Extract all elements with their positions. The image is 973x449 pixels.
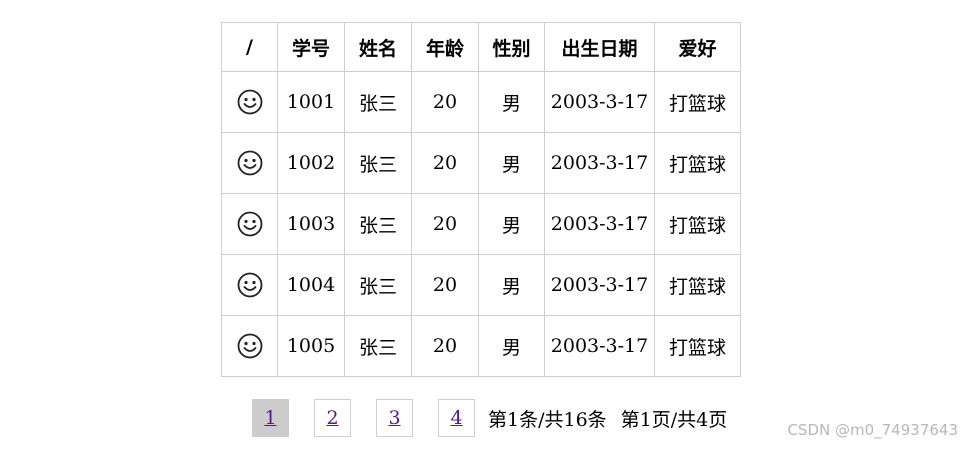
cell-id: 1003	[277, 193, 345, 255]
smiley-face-icon	[237, 211, 262, 237]
cell-hobby: 打篮球	[654, 315, 741, 377]
cell-age: 20	[411, 132, 479, 194]
table-row: 1003 张三 20 男 2003-3-17 打篮球	[221, 193, 741, 255]
smiley-face-icon	[237, 89, 262, 115]
cell-age: 20	[411, 71, 479, 133]
smiley-face-icon	[237, 150, 262, 176]
cell-birth-date: 2003-3-17	[544, 254, 655, 316]
row-icon-cell	[221, 132, 278, 194]
watermark: CSDN @m0_74937643	[787, 421, 958, 439]
cell-name: 张三	[344, 254, 412, 316]
page-link-4[interactable]: 4	[438, 399, 475, 437]
cell-age: 20	[411, 254, 479, 316]
row-icon-cell	[221, 254, 278, 316]
table-row: 1001 张三 20 男 2003-3-17 打篮球	[221, 71, 741, 133]
pagination: 1 2 3 4 第1条/共16条 第1页/共4页	[252, 399, 727, 437]
cell-id: 1002	[277, 132, 345, 194]
student-table: / 学号 姓名 年龄 性别 出生日期 爱好 1001 张三 20 男 2003-…	[221, 22, 741, 377]
cell-hobby: 打篮球	[654, 132, 741, 194]
cell-id: 1004	[277, 254, 345, 316]
cell-gender: 男	[478, 193, 545, 255]
cell-hobby: 打篮球	[654, 254, 741, 316]
cell-gender: 男	[478, 71, 545, 133]
smiley-face-icon	[237, 333, 262, 359]
page-info: 第1页/共4页	[620, 408, 728, 431]
cell-id: 1005	[277, 315, 345, 377]
page-link-2[interactable]: 2	[314, 399, 351, 437]
table-body: 1001 张三 20 男 2003-3-17 打篮球 1002 张三 20 男 …	[221, 71, 741, 377]
col-header-icon: /	[221, 22, 278, 72]
row-icon-cell	[221, 193, 278, 255]
row-icon-cell	[221, 315, 278, 377]
cell-gender: 男	[478, 132, 545, 194]
cell-birth-date: 2003-3-17	[544, 315, 655, 377]
table-header-row: / 学号 姓名 年龄 性别 出生日期 爱好	[221, 22, 741, 72]
col-header-age: 年龄	[411, 22, 479, 72]
page-link-3[interactable]: 3	[376, 399, 413, 437]
cell-hobby: 打篮球	[654, 71, 741, 133]
cell-name: 张三	[344, 71, 412, 133]
row-icon-cell	[221, 71, 278, 133]
page-link-1[interactable]: 1	[252, 399, 289, 437]
col-header-birth-date: 出生日期	[544, 22, 655, 72]
pagination-info: 第1条/共16条 第1页/共4页	[488, 405, 727, 432]
cell-age: 20	[411, 193, 479, 255]
table-row: 1002 张三 20 男 2003-3-17 打篮球	[221, 132, 741, 194]
col-header-hobby: 爱好	[654, 22, 741, 72]
cell-name: 张三	[344, 315, 412, 377]
cell-name: 张三	[344, 193, 412, 255]
record-info: 第1条/共16条	[488, 408, 607, 431]
col-header-gender: 性别	[478, 22, 545, 72]
col-header-id: 学号	[277, 22, 345, 72]
cell-birth-date: 2003-3-17	[544, 132, 655, 194]
cell-birth-date: 2003-3-17	[544, 193, 655, 255]
cell-name: 张三	[344, 132, 412, 194]
cell-hobby: 打篮球	[654, 193, 741, 255]
cell-id: 1001	[277, 71, 345, 133]
table-row: 1004 张三 20 男 2003-3-17 打篮球	[221, 254, 741, 316]
cell-birth-date: 2003-3-17	[544, 71, 655, 133]
table-row: 1005 张三 20 男 2003-3-17 打篮球	[221, 315, 741, 377]
smiley-face-icon	[237, 272, 262, 298]
cell-gender: 男	[478, 254, 545, 316]
cell-gender: 男	[478, 315, 545, 377]
cell-age: 20	[411, 315, 479, 377]
col-header-name: 姓名	[344, 22, 412, 72]
